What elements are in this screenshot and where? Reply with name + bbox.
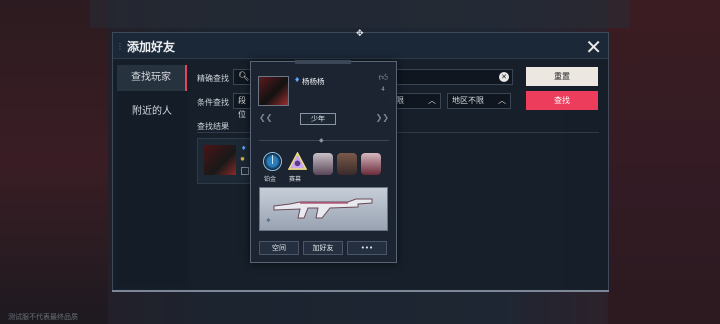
background-top-bar [90,0,630,28]
background-left-panel [0,0,108,324]
sidebar: 查找玩家 附近的人 [117,65,187,285]
agent-portrait-1[interactable] [313,153,333,175]
diamond-icon: ◆ [319,137,324,144]
level-icon: ♦ [241,145,247,152]
thumbs-up-icon[interactable]: 👍︎ [379,73,388,83]
pin-icon: ✥ [356,29,364,39]
more-button[interactable]: ••• [347,241,387,255]
clear-icon[interactable]: ✕ [499,72,509,82]
avatar [204,145,236,175]
badge-label-second: 赛幕 [289,176,302,183]
chevron-left-icon[interactable]: ❮❮ [259,113,272,122]
background-right-panel [608,0,720,324]
exact-search-label: 精确查找 [197,74,229,83]
bottom-note: 测试服不代表最终品质 [8,313,78,321]
player-name: 杨杨杨 [302,77,325,86]
rank-mark-icon: | [271,155,275,165]
dialog-title: 添加好友 [127,40,176,54]
condition-search-label: 条件查找 [197,98,229,107]
space-button[interactable]: 空间 [259,241,299,255]
chevron-up-icon: ︿ [428,96,436,105]
reset-button[interactable]: 重置 [526,67,598,86]
region-filter-value: 地区不限 [452,96,484,105]
medal-icon: ✹ [240,156,246,163]
skin-tier-icon: ✦ [265,216,272,225]
agent-portrait-3[interactable] [361,153,381,175]
popup-notch [295,60,351,64]
result-player-card[interactable]: ♦ ✹ [197,138,253,184]
badge-label-platinum: 铂金 [264,176,277,183]
chevron-up-icon: ︿ [498,96,506,105]
results-label: 查找结果 [197,122,229,131]
sidebar-item-find-player[interactable]: 查找玩家 [117,65,187,91]
triangle-badge-icon[interactable] [287,151,308,171]
agent-portrait-2[interactable] [337,153,357,175]
add-friend-button[interactable]: 加好友 [303,241,343,255]
region-filter-select[interactable]: 地区不限 ︿ [447,93,511,109]
weapon-showcase[interactable]: ✦ [259,187,388,231]
platinum-rank-icon[interactable]: | [263,152,282,171]
sidebar-item-nearby[interactable]: 附近的人 [117,99,187,125]
checkbox[interactable] [241,167,249,175]
level-icon: ♦ [294,76,301,84]
close-button[interactable]: ✕ [585,35,602,59]
dialog-bottom-edge [112,290,609,292]
avatar[interactable] [258,76,289,106]
chevron-right-icon[interactable]: ❯❯ [376,113,389,122]
player-profile-popup: ♦ 杨杨杨 👍︎ 4 ❮❮ ❯❯ 少年 ◆ | 铂金 赛幕 ✦ 空间 加好友 •… [250,60,397,263]
divider [259,140,389,141]
rank-tag: 少年 [300,113,336,125]
like-count: 4 [381,86,385,93]
search-icon: 🔍︎ [238,72,250,82]
search-button[interactable]: 查找 [526,91,598,110]
rifle-icon [273,198,373,219]
